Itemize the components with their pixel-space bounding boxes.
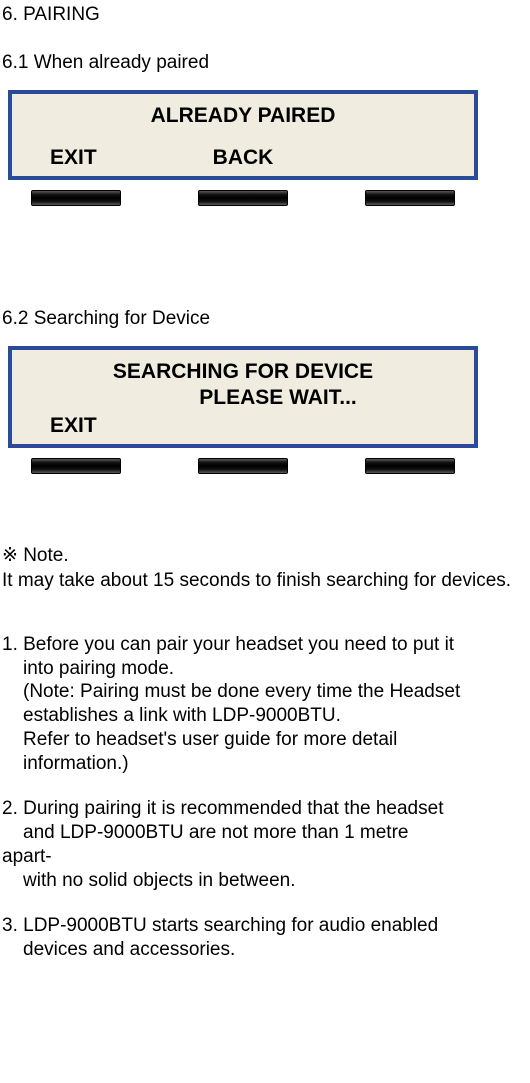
- step-1-line: (Note: Pairing must be done every time t…: [2, 680, 528, 704]
- step-2-line: apart-: [2, 845, 528, 869]
- softkey-label-exit: EXIT: [24, 146, 179, 170]
- step-3: 3. LDP-9000BTU starts searching for audi…: [2, 914, 528, 962]
- step-2: 2. During pairing it is recommended that…: [2, 797, 528, 892]
- lcd-softkey-row: EXIT BACK: [24, 146, 462, 170]
- lcd-line-1: SEARCHING FOR DEVICE: [24, 360, 462, 384]
- hw-button-left[interactable]: [31, 458, 121, 474]
- step-1-line: 1. Before you can pair your headset you …: [2, 634, 454, 655]
- softkey-label-center: [179, 414, 308, 438]
- softkey-label-back: BACK: [179, 146, 308, 170]
- subsection-6-2-title: 6.2 Searching for Device: [2, 308, 528, 330]
- step-1-line: into pairing mode.: [2, 657, 528, 681]
- hw-button-center[interactable]: [198, 190, 288, 206]
- hw-button-right[interactable]: [365, 458, 455, 474]
- note-text: It may take about 15 seconds to finish s…: [2, 569, 528, 593]
- step-3-line: devices and accessories.: [2, 938, 528, 962]
- step-2-line: and LDP-9000BTU are not more than 1 metr…: [2, 821, 528, 845]
- hw-button-right[interactable]: [365, 190, 455, 206]
- note-label: ※ Note.: [2, 544, 528, 567]
- step-3-line: 3. LDP-9000BTU starts searching for audi…: [2, 915, 438, 936]
- subsection-6-1-title: 6.1 When already paired: [2, 52, 528, 74]
- softkey-label-right: [307, 146, 462, 170]
- step-2-line: 2. During pairing it is recommended that…: [2, 798, 443, 819]
- step-2-line: with no solid objects in between.: [2, 869, 528, 893]
- softkey-label-exit: EXIT: [24, 414, 179, 438]
- lcd-line-1: ALREADY PAIRED: [24, 104, 462, 128]
- hardware-button-row-1: [8, 190, 478, 206]
- softkey-label-right: [307, 414, 462, 438]
- lcd-softkey-row: EXIT: [24, 414, 462, 438]
- step-1-line: Refer to headset's user guide for more d…: [2, 728, 528, 752]
- hw-button-left[interactable]: [31, 190, 121, 206]
- hw-button-center[interactable]: [198, 458, 288, 474]
- step-1-line: establishes a link with LDP-9000BTU.: [2, 704, 528, 728]
- lcd-line-2: PLEASE WAIT...: [24, 386, 462, 410]
- section-title: 6. PAIRING: [2, 4, 528, 26]
- lcd-searching: SEARCHING FOR DEVICE PLEASE WAIT... EXIT: [8, 346, 478, 448]
- lcd-already-paired: ALREADY PAIRED EXIT BACK: [8, 90, 478, 180]
- step-1-line: information.): [2, 752, 528, 776]
- step-1: 1. Before you can pair your headset you …: [2, 633, 528, 776]
- hardware-button-row-2: [8, 458, 478, 474]
